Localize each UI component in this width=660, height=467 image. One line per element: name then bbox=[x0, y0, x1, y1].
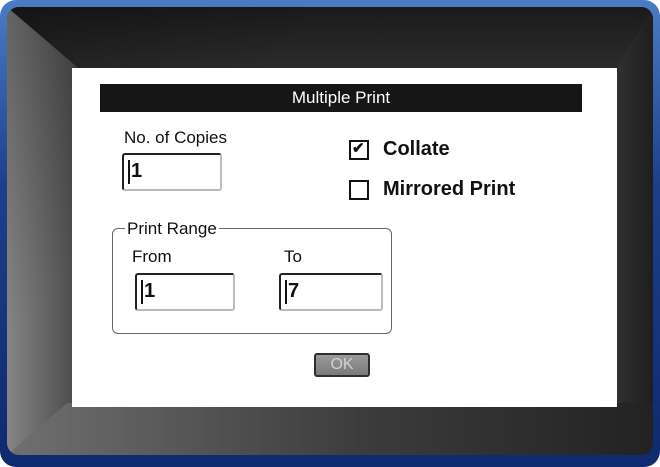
mirrored-print-checkbox[interactable] bbox=[349, 179, 369, 200]
to-value: 7 bbox=[288, 280, 300, 302]
dialog-title-bar: Multiple Print bbox=[100, 84, 582, 112]
lcd-screen: Multiple Print No. of Copies 1 ✔ Collate… bbox=[7, 7, 653, 455]
bezel-bottom bbox=[7, 403, 653, 455]
print-range-legend: Print Range bbox=[125, 219, 219, 239]
dialog-title: Multiple Print bbox=[291, 88, 391, 107]
copies-label: No. of Copies bbox=[124, 128, 227, 147]
check-icon: ✔ bbox=[352, 139, 365, 157]
copies-value: 1 bbox=[131, 160, 143, 182]
text-caret bbox=[141, 279, 143, 304]
mirrored-print-label: Mirrored Print bbox=[383, 178, 516, 200]
ok-label: OK bbox=[330, 356, 354, 373]
ok-button[interactable]: OK bbox=[314, 353, 370, 377]
copies-input[interactable]: 1 bbox=[122, 153, 222, 191]
text-caret bbox=[128, 159, 130, 184]
text-caret bbox=[285, 279, 287, 304]
multiple-print-dialog: Multiple Print No. of Copies 1 ✔ Collate… bbox=[72, 68, 617, 407]
from-value: 1 bbox=[144, 280, 156, 302]
bezel-left bbox=[7, 7, 77, 455]
collate-checkbox[interactable]: ✔ bbox=[349, 139, 369, 160]
device-frame: Multiple Print No. of Copies 1 ✔ Collate… bbox=[0, 0, 660, 467]
bezel-right bbox=[617, 7, 653, 455]
collate-label: Collate bbox=[383, 138, 450, 160]
bezel-top bbox=[7, 7, 653, 67]
from-input[interactable]: 1 bbox=[135, 273, 235, 311]
collate-option[interactable]: ✔ Collate bbox=[349, 138, 450, 161]
from-label: From bbox=[132, 247, 172, 266]
to-label: To bbox=[284, 247, 302, 266]
mirrored-print-option[interactable]: Mirrored Print bbox=[349, 178, 515, 201]
to-input[interactable]: 7 bbox=[279, 273, 383, 311]
